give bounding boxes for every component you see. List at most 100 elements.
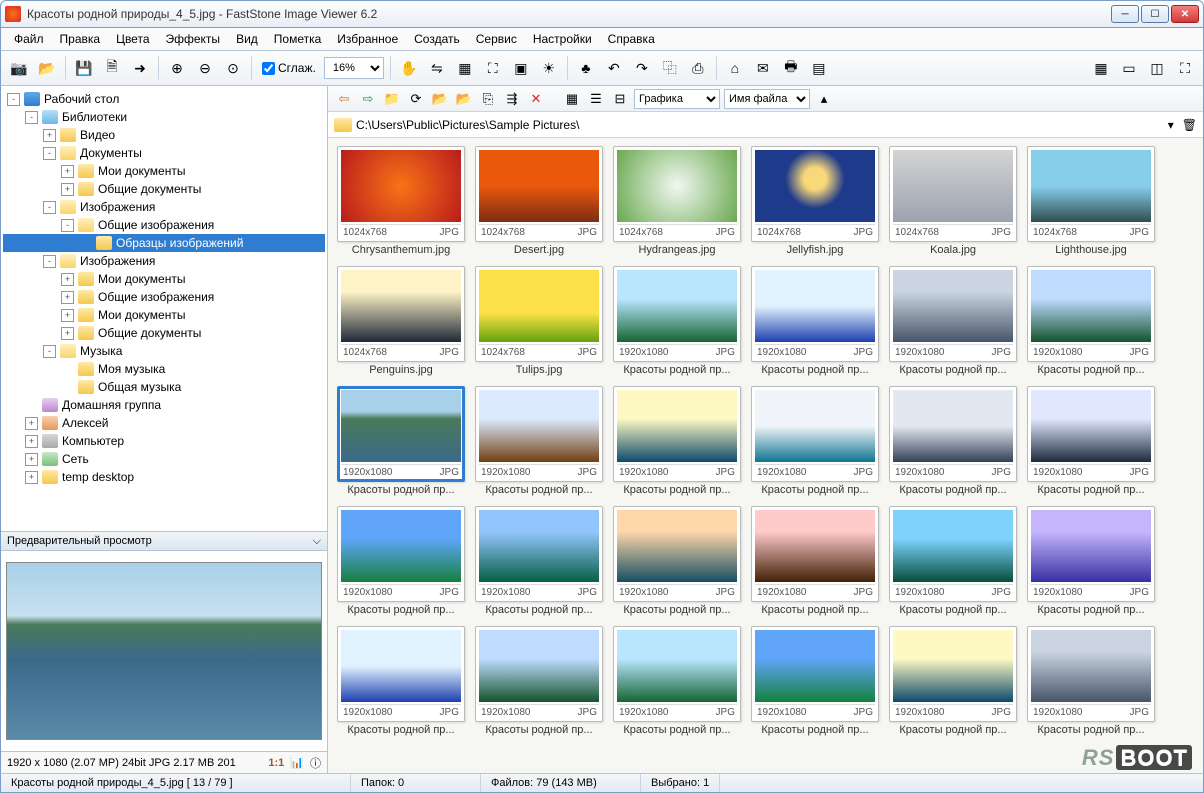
tree-node[interactable]: +Общие документы: [3, 180, 325, 198]
thumbnail-item[interactable]: 1920x1080JPGКрасоты родной пр...: [888, 266, 1018, 376]
menu-правка[interactable]: Правка: [53, 29, 108, 49]
close-button[interactable]: ✕: [1171, 5, 1199, 23]
delete-button[interactable]: ✕: [526, 89, 546, 109]
smooth-checkbox-input[interactable]: [262, 62, 275, 75]
thumbnail-item[interactable]: 1024x768JPGPenguins.jpg: [336, 266, 466, 376]
open-folder-button[interactable]: 📂: [35, 56, 59, 80]
thumbnail-item[interactable]: 1920x1080JPGКрасоты родной пр...: [474, 386, 604, 496]
thumbnail-item[interactable]: 1024x768JPGLighthouse.jpg: [1026, 146, 1156, 256]
thumbnail-item[interactable]: 1920x1080JPGКрасоты родной пр...: [750, 626, 880, 736]
thumbnail-item[interactable]: 1920x1080JPGКрасоты родной пр...: [1026, 386, 1156, 496]
tree-node[interactable]: -Общие изображения: [3, 216, 325, 234]
menu-избранное[interactable]: Избранное: [330, 29, 405, 49]
tree-toggle-icon[interactable]: +: [25, 471, 38, 484]
tree-toggle-icon[interactable]: +: [25, 453, 38, 466]
zoom-in-button[interactable]: ⊕: [165, 56, 189, 80]
tree-toggle-icon[interactable]: -: [43, 147, 56, 160]
thumbnail-item[interactable]: 1024x768JPGJellyfish.jpg: [750, 146, 880, 256]
maximize-button[interactable]: ☐: [1141, 5, 1169, 23]
thumbnail-item[interactable]: 1920x1080JPGКрасоты родной пр...: [336, 626, 466, 736]
tree-toggle-icon[interactable]: +: [43, 129, 56, 142]
thumbnail-item[interactable]: 1920x1080JPGКрасоты родной пр...: [612, 386, 742, 496]
tree-node[interactable]: -Музыка: [3, 342, 325, 360]
wallpaper-button[interactable]: ▤: [807, 56, 831, 80]
tree-toggle-icon[interactable]: -: [61, 219, 74, 232]
thumbnail-item[interactable]: 1920x1080JPGКрасоты родной пр...: [750, 386, 880, 496]
thumbnail-item[interactable]: 1920x1080JPGКрасоты родной пр...: [612, 506, 742, 616]
undo-button[interactable]: ↶: [602, 56, 626, 80]
sort-asc-button[interactable]: ▴: [814, 89, 834, 109]
move-to-button[interactable]: ⇶: [502, 89, 522, 109]
tree-toggle-icon[interactable]: -: [7, 93, 20, 106]
tree-node[interactable]: +Общие изображения: [3, 288, 325, 306]
canvas-button[interactable]: ▣: [509, 56, 533, 80]
crop-button[interactable]: ▦: [453, 56, 477, 80]
tree-node[interactable]: Общая музыка: [3, 378, 325, 396]
preview-collapse-icon[interactable]: ⌵: [313, 535, 321, 548]
thumbnail-item[interactable]: 1920x1080JPGКрасоты родной пр...: [750, 506, 880, 616]
histogram-icon[interactable]: 📊: [290, 756, 304, 769]
tree-node[interactable]: Домашняя группа: [3, 396, 325, 414]
tree-node[interactable]: +Мои документы: [3, 306, 325, 324]
tree-toggle-icon[interactable]: -: [43, 201, 56, 214]
tree-node[interactable]: -Документы: [3, 144, 325, 162]
nav-forward-button[interactable]: ⇨: [358, 89, 378, 109]
tree-node[interactable]: +Мои документы: [3, 270, 325, 288]
thumbnail-item[interactable]: 1920x1080JPGКрасоты родной пр...: [1026, 506, 1156, 616]
tree-node[interactable]: +Мои документы: [3, 162, 325, 180]
menu-вид[interactable]: Вид: [229, 29, 265, 49]
view-mode-select[interactable]: Графика: [634, 89, 720, 109]
tree-toggle-icon[interactable]: +: [61, 165, 74, 178]
zoom-select[interactable]: 16%: [324, 57, 384, 79]
menu-файл[interactable]: Файл: [7, 29, 51, 49]
copy-to-button[interactable]: ⎘: [478, 89, 498, 109]
fav-add-button[interactable]: 📂: [430, 89, 450, 109]
tree-toggle-icon[interactable]: -: [43, 255, 56, 268]
thumbnail-item[interactable]: 1024x768JPGChrysanthemum.jpg: [336, 146, 466, 256]
thumbnail-item[interactable]: 1920x1080JPGКрасоты родной пр...: [888, 506, 1018, 616]
zoom-fit-button[interactable]: ⊙: [221, 56, 245, 80]
thumbnail-item[interactable]: 1920x1080JPGКрасоты родной пр...: [612, 266, 742, 376]
adjust-button[interactable]: ☀: [537, 56, 561, 80]
acquire-button[interactable]: 📷: [7, 56, 31, 80]
nav-up-button[interactable]: 📁: [382, 89, 402, 109]
thumbnail-item[interactable]: 1920x1080JPGКрасоты родной пр...: [474, 626, 604, 736]
view-details-button[interactable]: ⊟: [610, 89, 630, 109]
scan-button[interactable]: ⌂: [723, 56, 747, 80]
tree-toggle-icon[interactable]: +: [25, 435, 38, 448]
menu-настройки[interactable]: Настройки: [526, 29, 599, 49]
preview-ratio[interactable]: 1:1: [268, 757, 284, 769]
view-dual-button[interactable]: ◫: [1145, 56, 1169, 80]
tree-toggle-icon[interactable]: +: [61, 291, 74, 304]
thumbnail-item[interactable]: 1024x768JPGTulips.jpg: [474, 266, 604, 376]
tree-node[interactable]: +Общие документы: [3, 324, 325, 342]
email-button[interactable]: ✉: [751, 56, 775, 80]
thumbnail-item[interactable]: 1024x768JPGHydrangeas.jpg: [612, 146, 742, 256]
zoom-out-button[interactable]: ⊖: [193, 56, 217, 80]
resize-button[interactable]: ⛶: [481, 56, 505, 80]
folder-tree[interactable]: -Рабочий стол-Библиотеки+Видео-Документы…: [1, 86, 327, 531]
menu-сервис[interactable]: Сервис: [469, 29, 524, 49]
redo-button[interactable]: ↷: [630, 56, 654, 80]
tree-node[interactable]: -Изображения: [3, 198, 325, 216]
preview-pane[interactable]: [1, 551, 327, 751]
tree-node[interactable]: Образцы изображений: [3, 234, 325, 252]
thumbnail-grid[interactable]: 1024x768JPGChrysanthemum.jpg1024x768JPGD…: [328, 138, 1203, 773]
thumbnail-item[interactable]: 1024x768JPGKoala.jpg: [888, 146, 1018, 256]
tree-node[interactable]: +Алексей: [3, 414, 325, 432]
tree-node[interactable]: -Изображения: [3, 252, 325, 270]
thumbnail-item[interactable]: 1920x1080JPGКрасоты родной пр...: [612, 626, 742, 736]
export-button[interactable]: ➜: [128, 56, 152, 80]
flip-h-button[interactable]: ⇋: [425, 56, 449, 80]
tree-toggle-icon[interactable]: +: [61, 309, 74, 322]
tree-node[interactable]: +Компьютер: [3, 432, 325, 450]
path-input[interactable]: [356, 118, 1164, 132]
view-list-button[interactable]: ☰: [586, 89, 606, 109]
tree-node[interactable]: Моя музыка: [3, 360, 325, 378]
thumbnail-item[interactable]: 1920x1080JPGКрасоты родной пр...: [888, 626, 1018, 736]
tree-toggle-icon[interactable]: -: [43, 345, 56, 358]
menu-цвета[interactable]: Цвета: [109, 29, 156, 49]
thumbnail-item[interactable]: 1920x1080JPGКрасоты родной пр...: [1026, 626, 1156, 736]
tag-button[interactable]: ♣: [574, 56, 598, 80]
tree-node[interactable]: +temp desktop: [3, 468, 325, 486]
